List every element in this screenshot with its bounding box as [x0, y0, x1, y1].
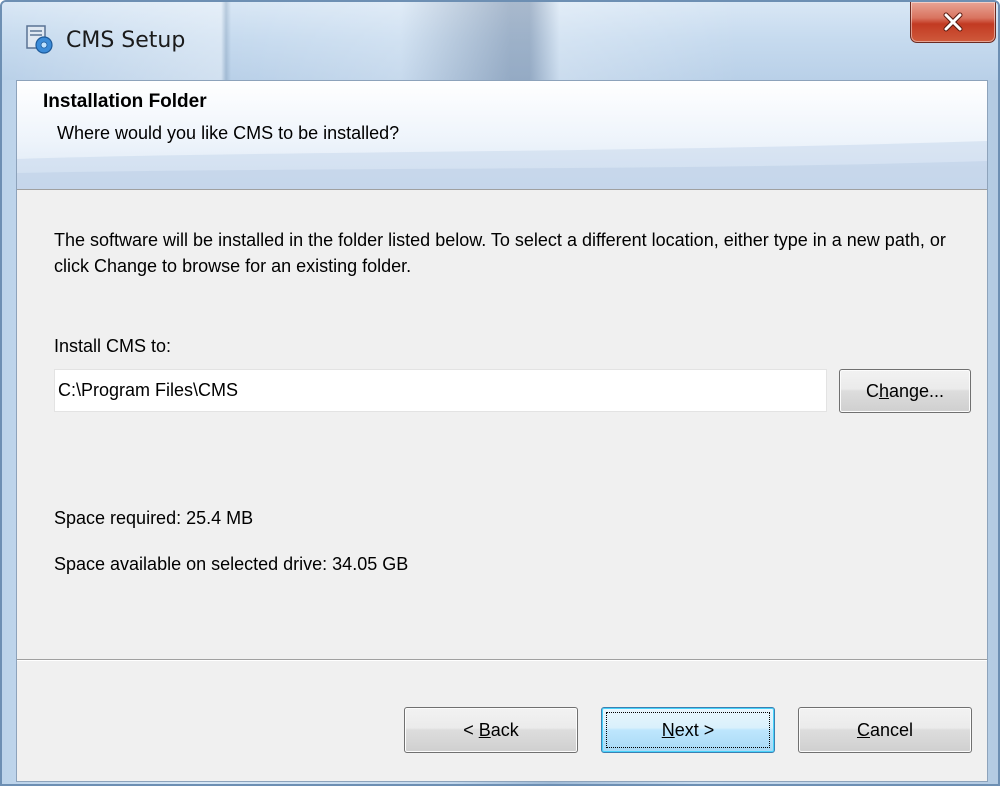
back-button-label-start: < [463, 719, 479, 740]
cancel-button[interactable]: Cancel [798, 707, 972, 753]
space-available-text: Space available on selected drive: 34.05… [54, 554, 409, 574]
back-button-label-end: ack [490, 719, 519, 740]
next-button[interactable]: Next > [601, 707, 775, 753]
title-bar[interactable]: CMS Setup [2, 2, 998, 80]
back-button[interactable]: < Back [404, 707, 578, 753]
close-icon [942, 12, 964, 32]
space-required-text: Space required: 25.4 MB [54, 508, 254, 528]
header-banner: Installation Folder Where would you like… [17, 81, 987, 190]
cancel-button-mnemonic: C [856, 719, 870, 740]
back-button-mnemonic: B [478, 719, 491, 740]
footer-divider [17, 659, 987, 661]
intro-text: The software will be installed in the fo… [54, 230, 946, 276]
installer-icon [24, 24, 54, 54]
focus-rectangle [606, 712, 770, 748]
change-button-label-end: ange... [888, 380, 945, 401]
install-path-input[interactable] [54, 369, 827, 412]
window-title: CMS Setup [66, 28, 186, 53]
change-button[interactable]: Ch ange... [839, 369, 971, 413]
cancel-button-label-end: ancel [869, 719, 914, 740]
setup-window: CMS Setup Installation Folder Where woul… [0, 0, 1000, 786]
change-button-mnemonic: h [878, 380, 889, 401]
change-button-label-start: C [865, 380, 879, 401]
banner-title: Installation Folder [43, 91, 207, 112]
install-location-label: Install CMS to: [54, 336, 172, 356]
close-button[interactable] [910, 2, 996, 43]
dialog-client-area: Installation Folder Where would you like… [16, 80, 988, 782]
banner-subtitle: Where would you like CMS to be installed… [57, 123, 400, 143]
